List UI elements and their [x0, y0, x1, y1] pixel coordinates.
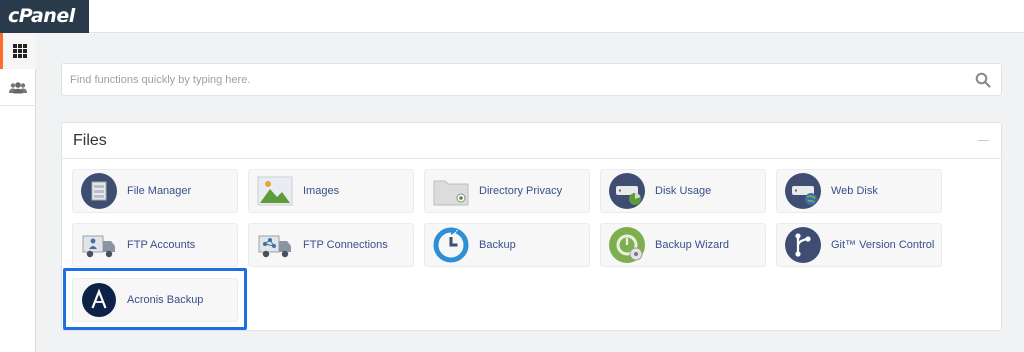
files-panel-header[interactable]: Files: [62, 123, 1001, 159]
git-version-control-link[interactable]: Git™ Version Control: [776, 223, 942, 267]
directory-privacy-link[interactable]: Directory Privacy: [424, 169, 590, 213]
tile-label: FTP Connections: [303, 239, 388, 251]
users-icon: [9, 81, 27, 93]
tile-label: Acronis Backup: [127, 294, 204, 306]
backup-link[interactable]: Backup: [424, 223, 590, 267]
backup-wizard-link[interactable]: Backup Wizard: [600, 223, 766, 267]
images-icon: [257, 173, 293, 209]
tile-label: Directory Privacy: [479, 185, 563, 197]
sidebar: [0, 33, 36, 352]
ftp-accounts-link[interactable]: FTP Accounts: [72, 223, 238, 267]
images-link[interactable]: Images: [248, 169, 414, 213]
directory-privacy-icon: [433, 173, 469, 209]
file-manager-icon: [81, 173, 117, 209]
search-input[interactable]: [70, 64, 950, 95]
grid-icon: [12, 44, 27, 58]
files-panel-title: Files: [73, 132, 107, 149]
file-manager-link[interactable]: File Manager: [72, 169, 238, 213]
tile-label: FTP Accounts: [127, 239, 196, 251]
tile-label: Images: [303, 185, 340, 197]
tile-label: File Manager: [127, 185, 192, 197]
ftp-accounts-icon: [81, 227, 117, 263]
git-icon: [785, 227, 821, 263]
top-bar: cPanel: [0, 0, 1024, 33]
backup-icon: [433, 227, 469, 263]
acronis-backup-link[interactable]: Acronis Backup: [72, 278, 238, 322]
web-disk-link[interactable]: Web Disk: [776, 169, 942, 213]
collapse-icon[interactable]: [978, 140, 989, 141]
ftp-connections-link[interactable]: FTP Connections: [248, 223, 414, 267]
disk-usage-icon: [609, 173, 645, 209]
tile-label: Web Disk: [831, 185, 878, 197]
ftp-connections-icon: [257, 227, 293, 263]
tile-label: Backup: [479, 239, 516, 251]
search-bar: [61, 63, 1002, 96]
disk-usage-link[interactable]: Disk Usage: [600, 169, 766, 213]
tile-label: Backup Wizard: [655, 239, 729, 251]
cpanel-logo[interactable]: cPanel: [0, 0, 89, 33]
acronis-icon: [81, 282, 117, 318]
sidebar-users-button[interactable]: [0, 70, 36, 106]
web-disk-icon: [785, 173, 821, 209]
backup-wizard-icon: [609, 227, 645, 263]
search-icon[interactable]: [975, 72, 991, 88]
sidebar-tools-button[interactable]: [0, 33, 36, 69]
tile-label: Git™ Version Control: [831, 239, 935, 251]
tile-label: Disk Usage: [655, 185, 712, 197]
